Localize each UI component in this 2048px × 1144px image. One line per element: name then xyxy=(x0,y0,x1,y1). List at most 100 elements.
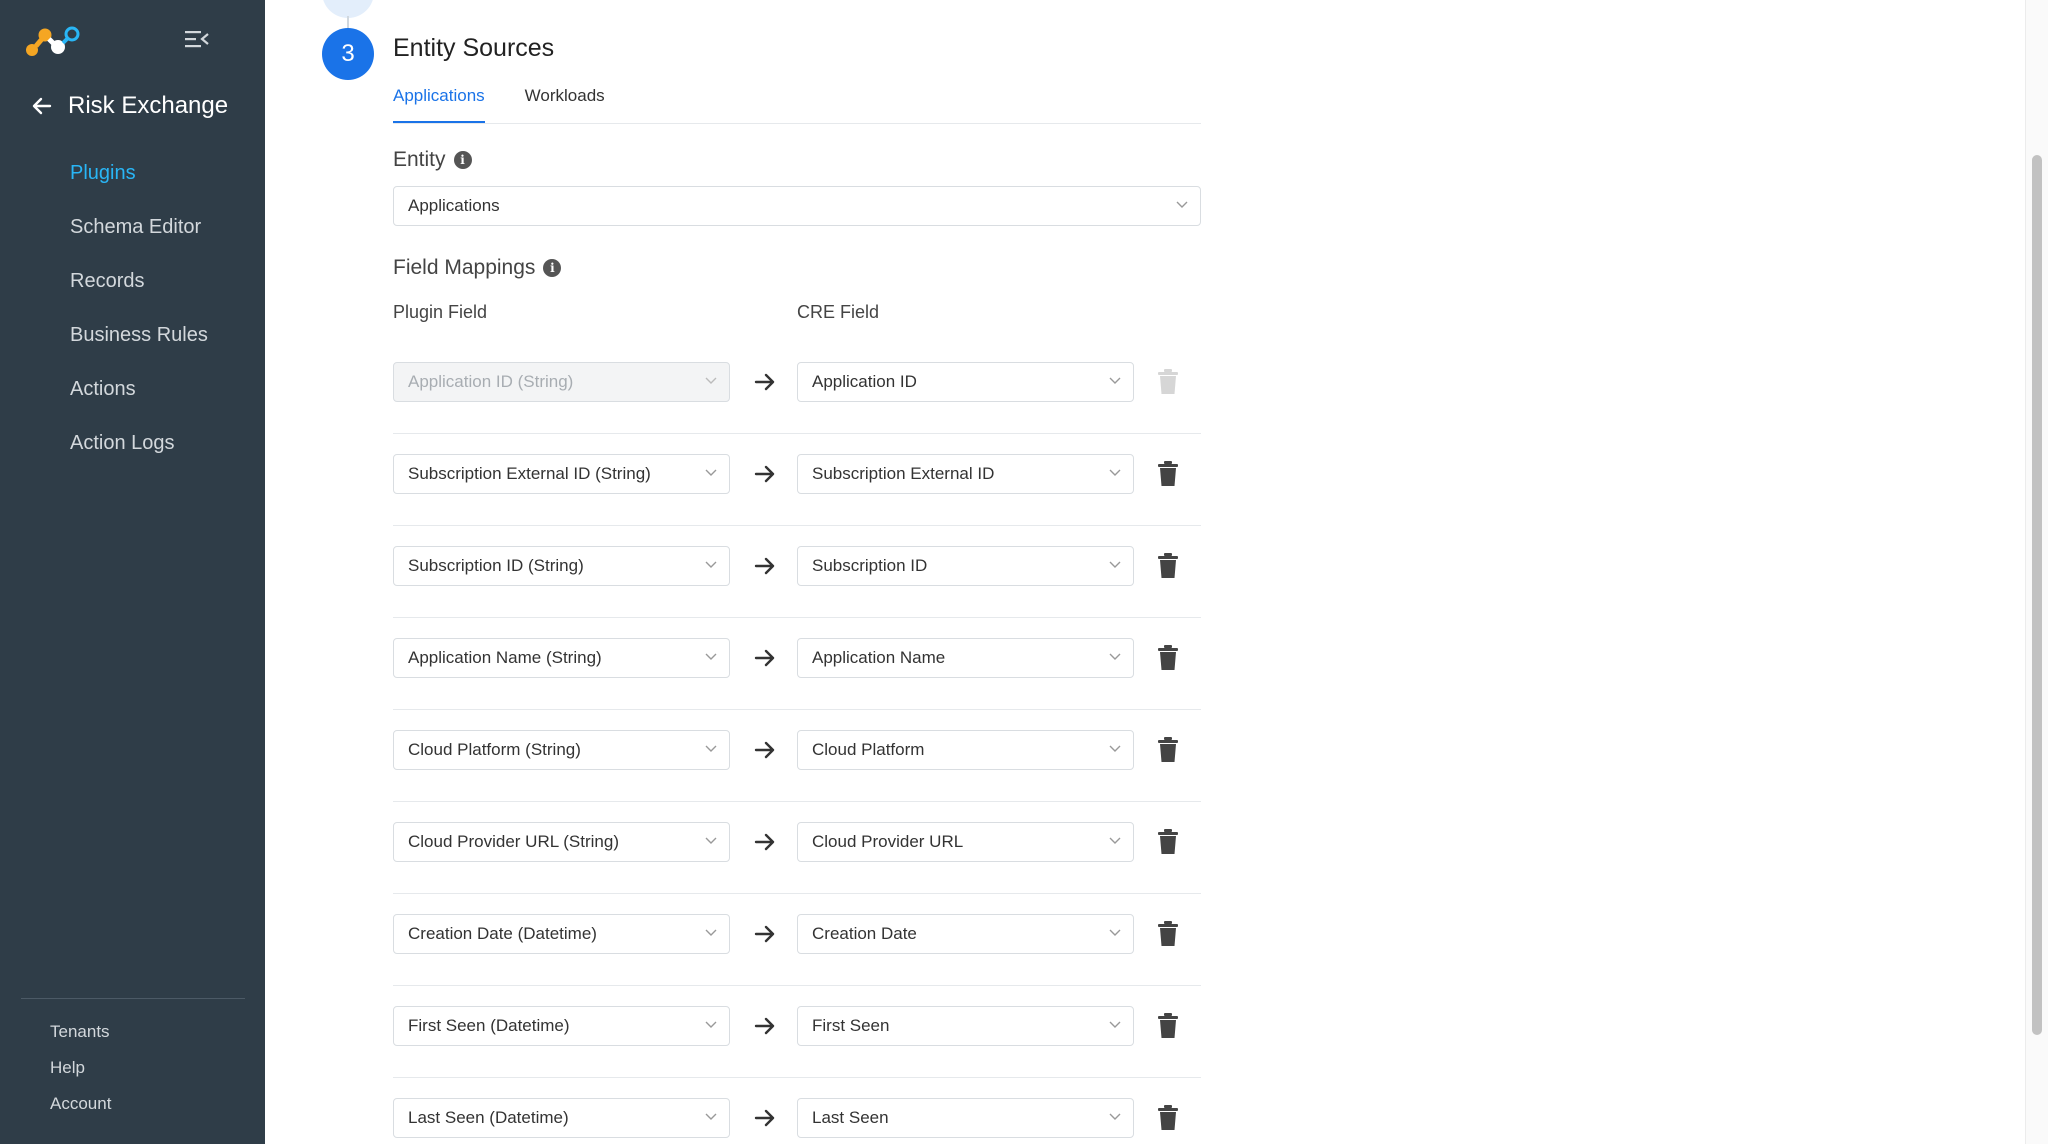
cre-field-select[interactable]: Last Seen xyxy=(797,1098,1134,1138)
menu-collapse-icon[interactable] xyxy=(184,28,210,50)
scrollbar-thumb[interactable] xyxy=(2032,155,2042,1035)
trash-icon xyxy=(1158,369,1178,394)
entity-select[interactable]: Applications xyxy=(393,186,1201,226)
plugin-field-header: Plugin Field xyxy=(393,302,488,322)
chevron-down-icon xyxy=(705,653,717,660)
cre-field-select[interactable]: Application Name xyxy=(797,638,1134,678)
sidebar-item-action-logs[interactable]: Action Logs xyxy=(0,416,265,470)
mapping-row: Cloud Platform (String) Cloud Platform xyxy=(393,710,1201,802)
cre-field-value: Application Name xyxy=(812,648,946,667)
plugin-field-value: Cloud Provider URL (String) xyxy=(408,832,619,851)
trash-icon[interactable] xyxy=(1157,829,1179,855)
plugin-field-select[interactable]: Cloud Platform (String) xyxy=(393,730,730,770)
mapping-row: Application ID (String) Application ID xyxy=(393,342,1201,434)
main-content: 3 Entity Sources Applications Workloads … xyxy=(265,0,2025,1144)
trash-icon[interactable] xyxy=(1157,737,1179,763)
chevron-down-icon xyxy=(705,1113,717,1120)
back-to-risk-exchange[interactable]: Risk Exchange xyxy=(30,90,228,122)
step-connector xyxy=(347,16,349,28)
chevron-down-icon xyxy=(1176,201,1188,208)
trash-icon[interactable] xyxy=(1157,645,1179,671)
entity-label-row: Entity i xyxy=(393,148,1201,172)
arrow-right-icon xyxy=(754,373,775,391)
arrow-left-icon xyxy=(32,97,52,115)
mapping-row: Cloud Provider URL (String) Cloud Provid… xyxy=(393,802,1201,894)
sidebar-divider xyxy=(21,998,245,999)
trash-icon[interactable] xyxy=(1157,921,1179,947)
info-icon[interactable]: i xyxy=(453,151,472,169)
chevron-down-icon xyxy=(1109,1113,1121,1120)
plugin-field-select[interactable]: First Seen (Datetime) xyxy=(393,1006,730,1046)
cre-field-select[interactable]: First Seen xyxy=(797,1006,1134,1046)
arrow-right-icon xyxy=(754,833,775,851)
entity-tabs: Applications Workloads xyxy=(393,80,1201,124)
vertical-scrollbar[interactable] xyxy=(2025,0,2048,1144)
sidebar-item-account[interactable]: Account xyxy=(0,1086,265,1122)
plugin-field-select[interactable]: Application Name (String) xyxy=(393,638,730,678)
cre-field-value: Creation Date xyxy=(812,924,917,943)
chevron-down-icon xyxy=(1109,561,1121,568)
arrow-right-icon xyxy=(754,925,775,943)
field-mappings-label: Field Mappings xyxy=(393,256,536,279)
cre-field-select[interactable]: Application ID xyxy=(797,362,1134,402)
tab-applications[interactable]: Applications xyxy=(393,80,485,123)
mapping-row: Subscription ID (String) Subscription ID xyxy=(393,526,1201,618)
sidebar-bottom-nav: Tenants Help Account xyxy=(0,1014,265,1122)
plugin-field-select[interactable]: Creation Date (Datetime) xyxy=(393,914,730,954)
cre-field-select[interactable]: Cloud Provider URL xyxy=(797,822,1134,862)
cre-field-header: CRE Field xyxy=(797,302,880,322)
sidebar-item-tenants[interactable]: Tenants xyxy=(0,1014,265,1050)
app-title: Risk Exchange xyxy=(68,92,229,119)
trash-icon[interactable] xyxy=(1157,1105,1179,1131)
chevron-down-icon xyxy=(1109,929,1121,936)
sidebar-item-plugins[interactable]: Plugins xyxy=(0,146,265,200)
entity-label: Entity xyxy=(393,148,446,171)
mapping-row: First Seen (Datetime) First Seen xyxy=(393,986,1201,1078)
cre-field-value: Application ID xyxy=(812,372,917,391)
cre-field-select[interactable]: Subscription External ID xyxy=(797,454,1134,494)
sidebar-item-help[interactable]: Help xyxy=(0,1050,265,1086)
plugin-field-select: Application ID (String) xyxy=(393,362,730,402)
mapping-column-headers: Plugin Field CRE Field xyxy=(393,302,1201,326)
cre-field-select[interactable]: Cloud Platform xyxy=(797,730,1134,770)
logo-icon xyxy=(26,26,80,56)
cre-field-value: Subscription External ID xyxy=(812,464,995,483)
sidebar-item-actions[interactable]: Actions xyxy=(0,362,265,416)
trash-icon[interactable] xyxy=(1157,553,1179,579)
field-mappings-label-row: Field Mappings i xyxy=(393,256,1201,280)
step-number-badge: 3 xyxy=(322,28,374,80)
arrow-right-icon xyxy=(754,557,775,575)
cre-field-select[interactable]: Creation Date xyxy=(797,914,1134,954)
arrow-right-icon xyxy=(754,1109,775,1127)
plugin-field-select[interactable]: Cloud Provider URL (String) xyxy=(393,822,730,862)
chevron-down-icon xyxy=(1109,745,1121,752)
plugin-field-select[interactable]: Subscription ID (String) xyxy=(393,546,730,586)
sidebar-item-schema-editor[interactable]: Schema Editor xyxy=(0,200,265,254)
plugin-field-value: Subscription ID (String) xyxy=(408,556,584,575)
chevron-down-icon xyxy=(705,1021,717,1028)
cre-field-value: Last Seen xyxy=(812,1108,889,1127)
chevron-down-icon xyxy=(705,745,717,752)
chevron-down-icon xyxy=(1109,377,1121,384)
cre-field-select[interactable]: Subscription ID xyxy=(797,546,1134,586)
plugin-field-value: Last Seen (Datetime) xyxy=(408,1108,569,1127)
cre-field-value: First Seen xyxy=(812,1016,890,1035)
trash-icon[interactable] xyxy=(1157,461,1179,487)
chevron-down-icon xyxy=(705,837,717,844)
plugin-field-select[interactable]: Last Seen (Datetime) xyxy=(393,1098,730,1138)
mapping-rows: Application ID (String) Application ID S… xyxy=(393,342,1201,1144)
entity-sources-panel: Applications Workloads Entity i Applicat… xyxy=(393,80,1201,1144)
plugin-field-value: Cloud Platform (String) xyxy=(408,740,581,759)
sidebar-item-records[interactable]: Records xyxy=(0,254,265,308)
plugin-field-select[interactable]: Subscription External ID (String) xyxy=(393,454,730,494)
info-icon[interactable]: i xyxy=(543,259,562,277)
arrow-right-icon xyxy=(754,465,775,483)
mapping-row: Subscription External ID (String) Subscr… xyxy=(393,434,1201,526)
sidebar-item-business-rules[interactable]: Business Rules xyxy=(0,308,265,362)
plugin-field-value: Creation Date (Datetime) xyxy=(408,924,597,943)
chevron-down-icon xyxy=(1109,469,1121,476)
trash-icon[interactable] xyxy=(1157,1013,1179,1039)
tab-workloads[interactable]: Workloads xyxy=(525,80,605,123)
cre-field-value: Cloud Provider URL xyxy=(812,832,964,851)
chevron-down-icon xyxy=(705,929,717,936)
